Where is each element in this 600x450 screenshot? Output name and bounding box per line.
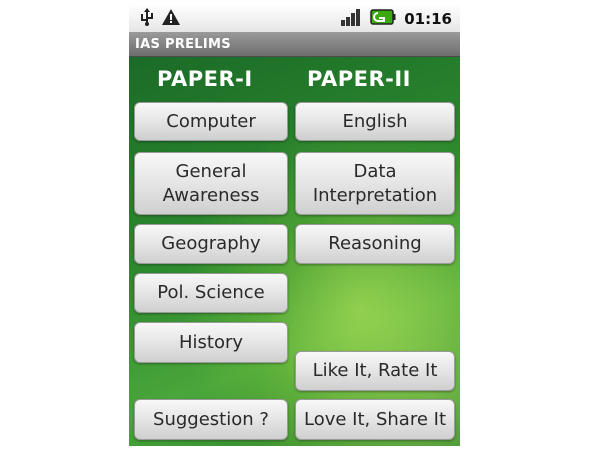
computer-button[interactable]: Computer <box>134 102 288 141</box>
computer-button-label: Computer <box>166 110 256 132</box>
data-interpretation-label-line1: Data <box>353 161 397 182</box>
love-share-button[interactable]: Love It, Share It <box>295 399 455 440</box>
pol-science-button[interactable]: Pol. Science <box>134 273 288 313</box>
history-button[interactable]: History <box>134 322 288 363</box>
main-content: PAPER-I PAPER-II Computer General Awaren… <box>129 57 460 446</box>
status-bar: 01:16 <box>129 4 460 33</box>
warning-icon <box>161 8 181 30</box>
suggestion-button[interactable]: Suggestion ? <box>134 399 288 440</box>
paper2-header: PAPER-II <box>307 67 411 91</box>
english-button[interactable]: English <box>295 102 455 141</box>
app-title-bar: IAS PRELIMS <box>129 32 460 57</box>
history-button-label: History <box>178 331 244 353</box>
english-button-label: English <box>342 110 408 132</box>
love-share-button-label: Love It, Share It <box>303 408 446 430</box>
signal-bars-icon <box>340 7 362 31</box>
paper1-header: PAPER-I <box>157 67 253 91</box>
app-title: IAS PRELIMS <box>135 37 231 52</box>
status-system: 01:16 <box>340 7 452 31</box>
battery-icon <box>370 7 396 31</box>
suggestion-button-label: Suggestion ? <box>153 408 269 430</box>
status-clock: 01:16 <box>404 10 452 28</box>
geography-button[interactable]: Geography <box>134 224 288 264</box>
status-notifications <box>139 8 181 30</box>
data-interpretation-label-line2: Interpretation <box>312 185 438 206</box>
general-awareness-label-line2: Awareness <box>162 185 260 206</box>
data-interpretation-button[interactable]: Data Interpretation <box>295 152 455 215</box>
general-awareness-label-line1: General <box>175 161 247 182</box>
like-rate-button[interactable]: Like It, Rate It <box>295 351 455 391</box>
reasoning-button[interactable]: Reasoning <box>295 224 455 264</box>
geography-button-label: Geography <box>161 233 261 254</box>
like-rate-button-label: Like It, Rate It <box>312 360 438 381</box>
general-awareness-button[interactable]: General Awareness <box>134 152 288 215</box>
reasoning-button-label: Reasoning <box>328 233 422 254</box>
pol-science-button-label: Pol. Science <box>157 282 265 303</box>
phone-screen: 01:16 IAS PRELIMS PAPER-I PAPER-II Compu… <box>129 4 460 446</box>
usb-icon <box>139 8 155 30</box>
